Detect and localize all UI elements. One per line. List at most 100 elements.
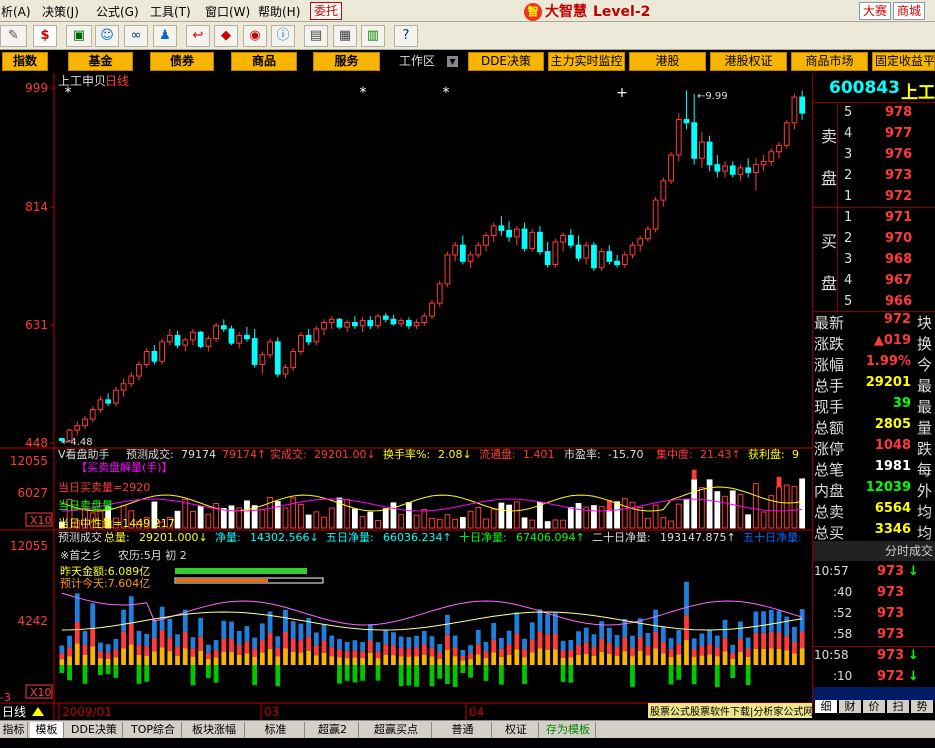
nav-hk-warrant[interactable]: 港股权证 — [710, 52, 787, 71]
volume-bar — [706, 479, 713, 529]
nav-hk[interactable]: 港股 — [629, 52, 706, 71]
menu-tools[interactable]: 工具(T) — [150, 3, 191, 20]
flow-bar-gold — [306, 650, 312, 665]
flow-bar-blue — [236, 630, 242, 645]
nav-dde[interactable]: DDE决策 — [468, 52, 544, 71]
nav-service[interactable]: 服务 — [313, 52, 380, 71]
side-tab-4[interactable]: 势 — [911, 700, 933, 713]
nav-commodity-market[interactable]: 商品市场 — [791, 52, 868, 71]
flow-bar-green — [429, 665, 435, 687]
bottom-tab-6[interactable]: 超赢2 — [307, 722, 359, 738]
mall-button[interactable]: 商城 — [893, 2, 926, 20]
money-icon[interactable]: ▣ — [66, 25, 92, 47]
trade-button[interactable]: 委托 — [310, 2, 343, 20]
candle-body — [552, 241, 559, 266]
volume-bar — [298, 503, 304, 529]
bottom-tab-7[interactable]: 超赢买点 — [361, 722, 432, 738]
volume-bar — [614, 501, 620, 529]
bottom-tab-4[interactable]: 板块涨幅 — [184, 722, 245, 738]
people-icon[interactable]: ☺ — [95, 25, 119, 47]
pencil-icon[interactable]: ✎ — [0, 25, 27, 47]
volume-bar — [290, 497, 297, 529]
bottom-tab-3[interactable]: TOP综合 — [125, 722, 182, 738]
quote-panel: 600843 上工 分时成交 卖盘 5 978 4 977 3 976 2 973 1 972 买盘 1… — [812, 73, 935, 713]
flow-bar-gold — [159, 647, 165, 665]
book-vline — [837, 103, 838, 311]
nav-fund[interactable]: 基金 — [68, 52, 133, 71]
nav-index[interactable]: 指数 — [2, 52, 48, 71]
panel2-axis-bottom: -3 — [0, 691, 11, 704]
flow-bar-gold — [475, 654, 481, 665]
volume-bars-panel2 — [59, 581, 805, 687]
flow-bar-gold — [221, 651, 227, 665]
flow-bar-red — [630, 647, 635, 657]
volume-bar — [382, 508, 389, 529]
bottom-tab-2[interactable]: DDE决策 — [66, 722, 123, 738]
menu-help[interactable]: 帮助(H) — [258, 3, 300, 20]
flow-bar-green — [205, 665, 211, 679]
dasai-button[interactable]: 大赛 — [859, 2, 892, 20]
side-tab-3[interactable]: 扫 — [887, 700, 909, 713]
sell-label-1: 卖 — [821, 127, 838, 146]
bottom-tab-9[interactable]: 权证 — [494, 722, 539, 738]
flow-bar-green — [190, 665, 196, 686]
flow-bar-gold — [105, 658, 111, 665]
volume-bar — [629, 501, 636, 529]
period-up-icon — [32, 707, 44, 716]
chart-area[interactable]: * * * + 999814631448上工申贝日线←9.99←4.481205560… — [0, 73, 812, 720]
dollar-icon[interactable]: $ — [33, 25, 57, 47]
flow-bar-blue — [205, 644, 211, 653]
user-icon[interactable]: ♟ — [153, 25, 177, 47]
menu-window[interactable]: 窗口(W) — [205, 3, 250, 20]
flow-bar-red — [90, 627, 96, 647]
binoculars-icon[interactable]: ∞ — [124, 25, 148, 47]
flow-bar-blue — [360, 642, 365, 652]
sell-level: 2 — [844, 168, 853, 183]
menu-formula[interactable]: 公式(G) — [96, 3, 139, 20]
side-tab-2[interactable]: 价 — [863, 700, 885, 713]
candlestick-series — [58, 90, 806, 443]
info-icon[interactable]: ⓘ — [271, 25, 295, 47]
nav-fixed-income[interactable]: 固定收益平 — [872, 52, 935, 71]
volume-bar — [621, 497, 628, 529]
bottom-tab-10[interactable]: 存为模板 — [541, 722, 596, 738]
chevron-down-icon[interactable]: ▼ — [447, 56, 458, 67]
flow-bar-green — [414, 665, 419, 687]
bottom-tab-0[interactable]: 指标 — [0, 722, 28, 738]
panel1-item-value: 21.43↑ — [700, 448, 741, 461]
flow-bar-gold — [599, 651, 605, 665]
nav-bond[interactable]: 债券 — [150, 52, 214, 71]
panel2-info1: ※首之彡 — [60, 548, 102, 562]
flow-bar-gold — [568, 657, 574, 665]
flow-bar-red — [468, 653, 473, 660]
panel1-item-value: 1.401 — [523, 448, 555, 461]
nav-main-monitor[interactable]: 主力实时监控 — [548, 52, 625, 71]
period-selector: 日线 — [2, 705, 26, 719]
flow-bar-gold — [344, 658, 350, 665]
help-cursor-icon[interactable]: ? — [394, 25, 418, 47]
back-arrow-icon[interactable]: ↩ — [186, 25, 210, 47]
flow-bar-gold — [252, 656, 258, 665]
bottom-tab-8[interactable]: 普通 — [434, 722, 492, 738]
side-tab-1[interactable]: 财 — [839, 700, 861, 713]
diamond-icon[interactable]: ◆ — [214, 25, 238, 47]
stat-label: 总买 — [814, 524, 845, 542]
bottom-tab-5[interactable]: 标准 — [247, 722, 305, 738]
workarea-label[interactable]: 工作区 — [399, 52, 435, 71]
signal-icon[interactable]: ◉ — [243, 25, 267, 47]
nav-commodity[interactable]: 商品 — [231, 52, 297, 71]
panel1-subtitle: 【买卖盘解量(手)】 — [76, 460, 173, 474]
buy-label-1: 买 — [821, 232, 838, 251]
window-icon[interactable]: ▦ — [333, 25, 357, 47]
flow-bar-red — [776, 632, 782, 649]
side-tab-0[interactable]: 细 — [815, 700, 837, 713]
bottom-tab-1[interactable]: 模板 — [30, 722, 64, 738]
brand-logo: 智大智慧 Level-2 — [524, 1, 674, 21]
menu-analysis[interactable]: 析(A) — [1, 3, 31, 20]
panel1-item-label: 流通盘: — [479, 447, 516, 461]
flow-bar-gold — [622, 651, 628, 665]
page-icon[interactable]: ▤ — [304, 25, 328, 47]
books-icon[interactable]: ▥ — [361, 25, 385, 47]
menu-decision[interactable]: 决策(J) — [42, 3, 79, 20]
flow-bar-red — [252, 648, 258, 657]
